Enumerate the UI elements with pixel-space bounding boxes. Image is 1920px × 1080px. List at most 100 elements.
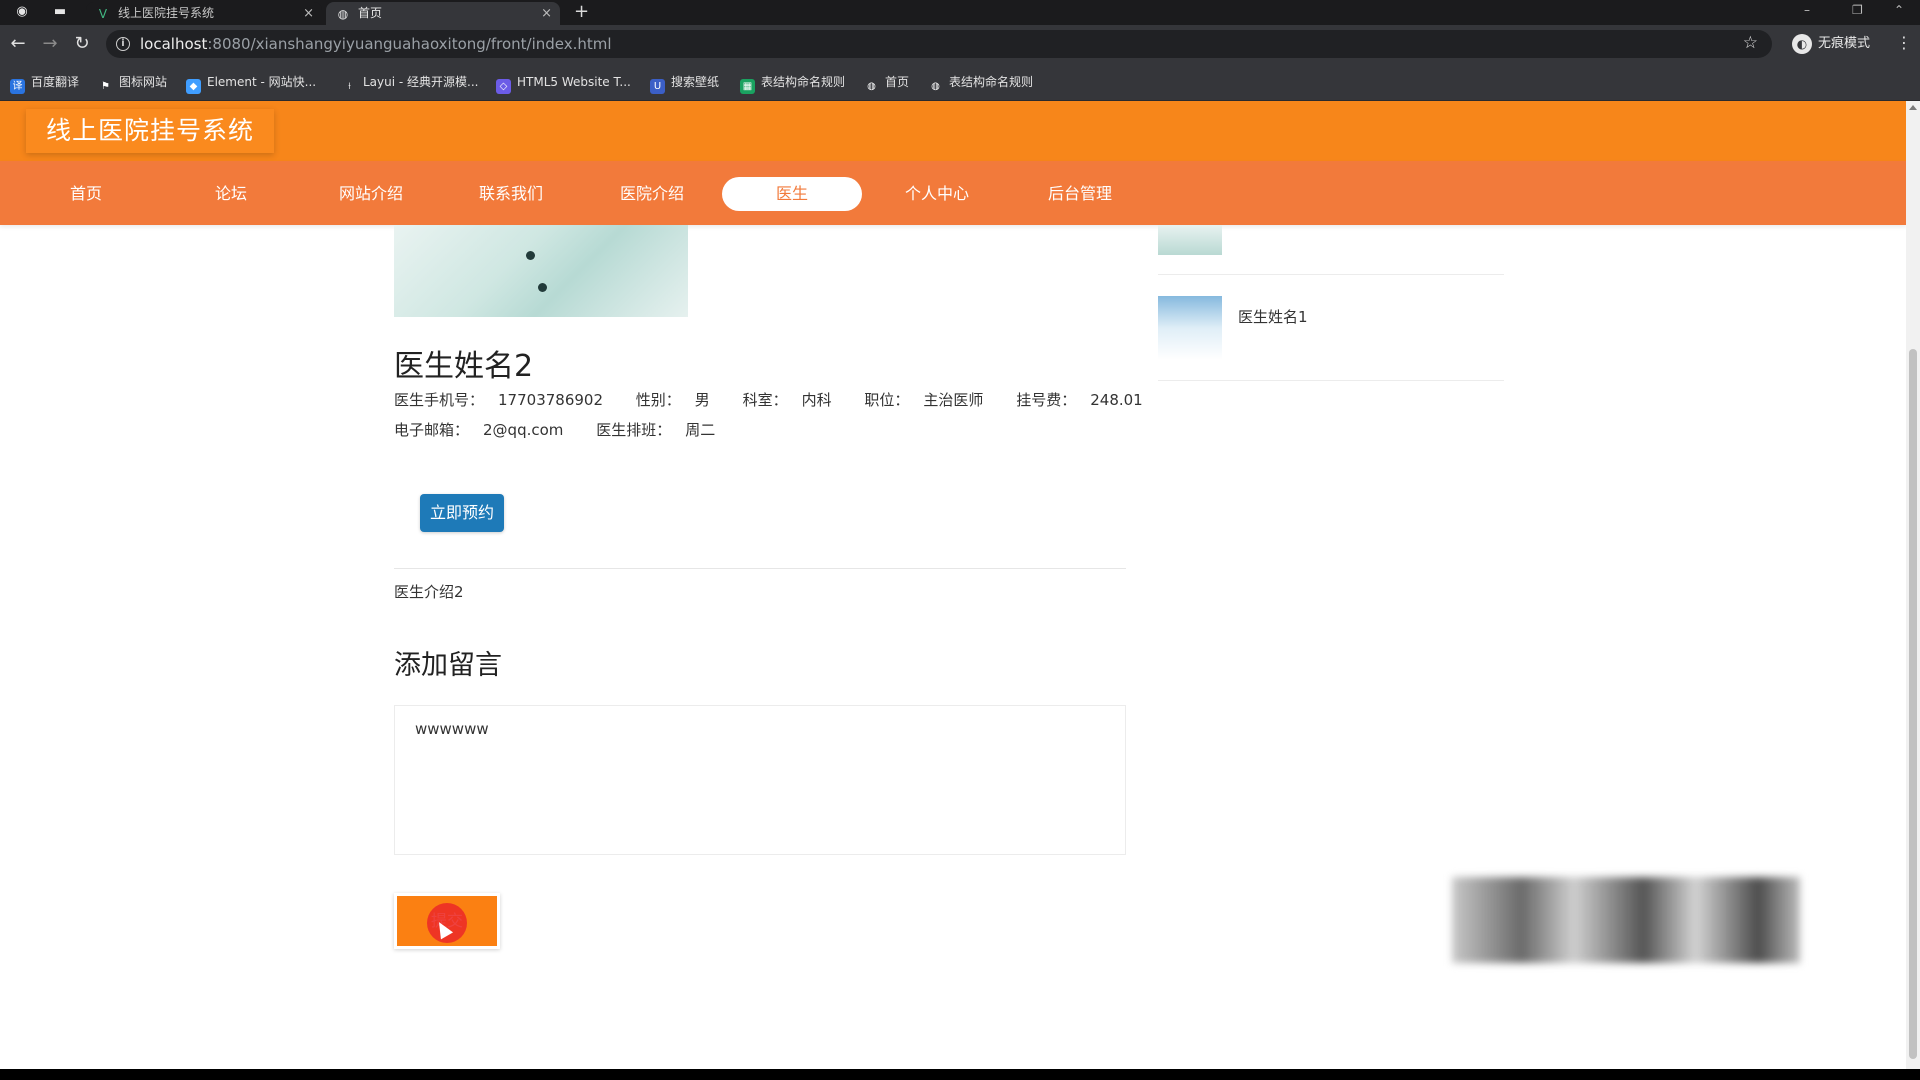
blurred-watermark	[1452, 877, 1800, 963]
dept-value: 内科	[801, 391, 832, 409]
doctor-name: 医生姓名2	[394, 349, 534, 384]
site-info-icon[interactable]: i	[116, 37, 130, 51]
scroll-up-icon[interactable]	[1909, 105, 1917, 110]
browser-toolbar: ← → ↻ i localhost:8080/xianshangyiyuangu…	[0, 25, 1920, 63]
url-text[interactable]: localhost:8080/xianshangyiyuanguahaoxito…	[140, 35, 612, 53]
gender-field: 性别： 男	[636, 391, 724, 409]
title-label: 职位：	[864, 391, 910, 409]
reload-icon[interactable]: ↻	[72, 34, 92, 54]
scrollbar-thumb[interactable]	[1909, 349, 1917, 1059]
browser-tab-active[interactable]: ◍ 首页 ×	[326, 2, 560, 25]
comment-title: 添加留言	[394, 650, 502, 681]
bookmark-label: 表结构命名规则	[761, 75, 846, 89]
bookmark-item[interactable]: ⚑ 图标网站	[98, 73, 168, 92]
close-window-icon[interactable]: ⌃	[1894, 3, 1904, 17]
browser-menu-icon[interactable]: ⋮	[1896, 33, 1912, 52]
gender-value: 男	[694, 391, 710, 409]
bookmark-item[interactable]: ◆ Element - 网站快...	[186, 73, 317, 94]
bookmarks-bar: 译百度翻译 ⚑ 图标网站 ◆ Element - 网站快... ⟊ Layui - 经…	[0, 63, 1920, 101]
bookmark-item[interactable]: ◍ 首页	[864, 73, 910, 92]
bookmark-label: Layui - 经典开源模...	[363, 75, 479, 89]
page-scrollbar[interactable]	[1906, 101, 1920, 1069]
photo-detail	[526, 251, 535, 260]
browser-tab-inactive[interactable]: V 线上医院挂号系统 ×	[86, 2, 322, 25]
new-tab-icon[interactable]: +	[574, 2, 589, 22]
bookmark-item[interactable]: ◇ HTML5 Website T...	[496, 73, 631, 94]
dept-field: 科室： 内科	[743, 391, 846, 409]
bookmark-star-icon[interactable]: ☆	[1743, 33, 1758, 53]
bookmark-label: Element - 网站快...	[207, 75, 317, 89]
tab-label: 线上医院挂号系统	[118, 6, 215, 20]
bookmark-item[interactable]: U 搜索壁纸	[650, 73, 720, 94]
title-value: 主治医师	[923, 391, 984, 409]
photo-detail	[538, 283, 547, 292]
fee-label: 挂号费：	[1016, 391, 1077, 409]
email-label: 电子邮箱：	[394, 421, 470, 439]
vue-favicon-icon: V	[98, 7, 108, 21]
nav-personal-center[interactable]: 个人中心	[867, 177, 1007, 211]
globe-icon: ◍	[867, 81, 876, 92]
book-now-button[interactable]: 立即预约	[420, 494, 504, 532]
doctor-meta-line2: 电子邮箱： 2@qq.com 医生排班： 周二	[394, 419, 743, 440]
bookmark-item[interactable]: 译百度翻译	[10, 73, 80, 94]
site-header: 线上医院挂号系统	[0, 101, 1906, 161]
incognito-icon: ◐	[1792, 33, 1812, 54]
back-icon[interactable]: ←	[8, 34, 28, 54]
nav-admin[interactable]: 后台管理	[1010, 177, 1150, 211]
bookmark-label: 搜索壁纸	[671, 75, 720, 89]
html5-icon: ◇	[496, 79, 511, 94]
tab-close-icon[interactable]: ×	[541, 2, 552, 25]
doctor-thumbnail	[1158, 296, 1222, 360]
incognito-indicator[interactable]: ◐ 无痕模式	[1792, 33, 1870, 55]
layui-icon: ⟊	[348, 81, 351, 92]
page-viewport: 线上医院挂号系统 首页 论坛 网站介绍 联系我们 医院介绍 医生 个人中心 后台…	[0, 101, 1920, 1069]
bookmark-item[interactable]: ⟊ Layui - 经典开源模...	[342, 73, 479, 92]
nav-contact[interactable]: 联系我们	[441, 177, 581, 211]
doctor-intro: 医生介绍2	[394, 583, 464, 601]
schedule-field: 医生排班： 周二	[596, 421, 729, 439]
incognito-label: 无痕模式	[1818, 36, 1871, 51]
translate-icon: 译	[10, 79, 25, 94]
schedule-value: 周二	[685, 421, 716, 439]
doctor-photo	[394, 225, 688, 317]
dept-label: 科室：	[742, 391, 788, 409]
bookmark-label: 百度翻译	[31, 75, 80, 89]
restore-icon[interactable]: ❐	[1852, 3, 1863, 17]
bookmark-item[interactable]: ◍ 表结构命名规则	[928, 73, 1033, 92]
bookmark-label: 首页	[885, 75, 910, 89]
doctor-thumbnail	[1158, 225, 1222, 255]
comment-textarea[interactable]: wwwwww	[394, 705, 1126, 855]
fee-value: 248.01	[1090, 391, 1143, 409]
divider	[394, 568, 1126, 569]
site-title[interactable]: 线上医院挂号系统	[26, 109, 275, 153]
gender-label: 性别：	[635, 391, 681, 409]
phone-label: 医生手机号：	[394, 391, 485, 409]
fee-field: 挂号费： 248.01	[1016, 391, 1157, 409]
forward-icon[interactable]: →	[40, 34, 60, 54]
main-nav: 首页 论坛 网站介绍 联系我们 医院介绍 医生 个人中心 后台管理	[0, 161, 1906, 225]
tab-close-icon[interactable]: ×	[303, 2, 314, 25]
url-path: :8080/xianshangyiyuanguahaoxitong/front/…	[207, 35, 612, 53]
browser-app-icon: ◉	[16, 4, 28, 19]
window-menu-icon[interactable]: ▬	[52, 5, 68, 19]
submit-button[interactable]: 提交	[394, 893, 500, 949]
nav-hospital-intro[interactable]: 医院介绍	[582, 177, 722, 211]
nav-home[interactable]: 首页	[16, 177, 156, 211]
email-value: 2@qq.com	[483, 421, 564, 439]
minimize-icon[interactable]: –	[1804, 3, 1810, 17]
browser-tab-bar: ◉ ▬ V 线上医院挂号系统 × ◍ 首页 × + – ❐ ⌃	[0, 0, 1920, 25]
bookmark-item[interactable]: ▦ 表结构命名规则	[740, 73, 846, 94]
sidebar-divider	[1158, 380, 1504, 381]
flag-icon: ⚑	[101, 81, 110, 92]
bookmark-label: 图标网站	[119, 75, 168, 89]
doctor-meta-line1: 医生手机号： 17703786902 性别： 男 科室： 内科 职位： 主治医师 挂号费…	[394, 389, 1171, 410]
phone-field: 医生手机号： 17703786902	[394, 391, 617, 409]
bookmark-label: HTML5 Website T...	[517, 75, 631, 89]
globe-icon: ◍	[931, 81, 940, 92]
tab-label: 首页	[358, 6, 383, 20]
nav-forum[interactable]: 论坛	[161, 177, 301, 211]
nav-doctor[interactable]: 医生	[722, 177, 862, 211]
nav-site-intro[interactable]: 网站介绍	[301, 177, 441, 211]
phone-value: 17703786902	[498, 391, 603, 409]
address-bar[interactable]: i localhost:8080/xianshangyiyuanguahaoxi…	[106, 30, 1772, 58]
